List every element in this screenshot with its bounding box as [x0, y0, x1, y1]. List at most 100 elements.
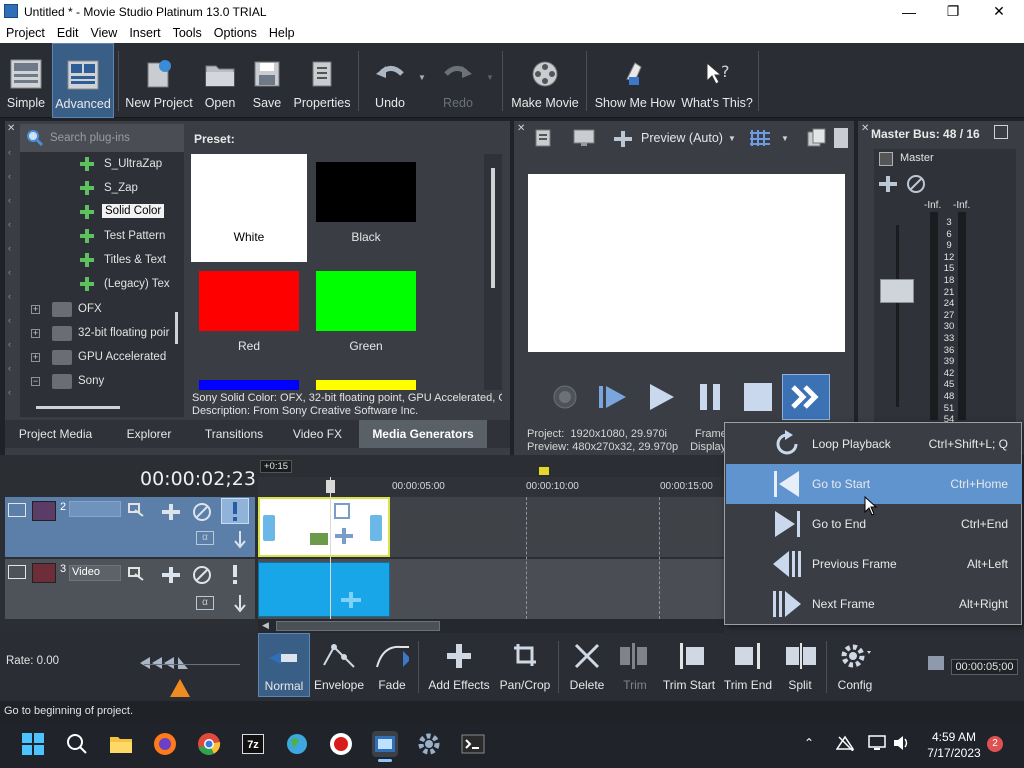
properties-button[interactable]: Properties	[292, 43, 352, 118]
search-icon[interactable]	[64, 731, 90, 757]
system-clock[interactable]: 4:59 AM 7/17/2023	[922, 729, 986, 761]
preset-scrollbar-thumb[interactable]	[491, 168, 495, 288]
tree-item-test-pattern[interactable]: Test Pattern	[104, 230, 165, 242]
volume-icon[interactable]	[892, 735, 910, 754]
scroll-left-icon[interactable]: ◀	[262, 620, 269, 631]
preset-white[interactable]: White	[191, 154, 307, 262]
track-minimize-icon[interactable]	[8, 503, 26, 517]
track-fx-icon[interactable]	[160, 502, 182, 525]
close-button[interactable]: ✕	[976, 0, 1022, 23]
video-track-3-header[interactable]: 3 Video α	[5, 559, 255, 619]
preset-red[interactable]: Red	[191, 263, 307, 371]
preset-green[interactable]: Green	[308, 263, 424, 371]
preview-properties-icon[interactable]	[534, 128, 554, 151]
tab-video-fx[interactable]: Video FX	[276, 420, 359, 448]
search-input[interactable]: Search plug-ins	[50, 132, 130, 144]
tab-media-generators[interactable]: Media Generators	[359, 420, 487, 448]
fade-tool-button[interactable]: Fade	[370, 633, 414, 697]
play-button[interactable]	[644, 380, 678, 417]
tree-item-titles-text[interactable]: Titles & Text	[104, 254, 166, 266]
track-motion-icon[interactable]	[127, 566, 147, 587]
transport-menu-button[interactable]	[782, 374, 830, 420]
external-monitor-icon[interactable]	[572, 128, 596, 151]
rate-slider[interactable]	[140, 657, 240, 702]
tree-item-solid-color[interactable]: Solid Color	[102, 204, 165, 218]
chevron-down-icon[interactable]: ▼	[728, 134, 736, 143]
settings-gear-icon[interactable]	[416, 731, 442, 757]
preset-black[interactable]: Black	[308, 154, 424, 262]
trim-end-button[interactable]: Trim End	[722, 633, 774, 697]
menu-project[interactable]: Project	[0, 26, 51, 40]
video-clip[interactable]	[258, 562, 390, 617]
mixer-properties-icon[interactable]	[994, 125, 1008, 139]
master-insert-fx-icon[interactable]	[877, 174, 899, 197]
master-fx-icon[interactable]	[879, 152, 893, 166]
config-button[interactable]: Config	[832, 633, 878, 697]
show-hidden-icons-icon[interactable]: ⌃	[804, 736, 814, 750]
tree-item-gpu-accelerated[interactable]: GPU Accelerated	[78, 351, 166, 363]
movie-studio-taskbar-icon[interactable]	[372, 731, 398, 757]
start-menu-icon[interactable]	[20, 731, 46, 757]
chevron-down-icon[interactable]: ▼	[781, 134, 789, 143]
undo-button[interactable]: Undo	[368, 43, 412, 118]
crop-icon[interactable]	[334, 503, 350, 519]
network-globe-icon[interactable]	[284, 731, 310, 757]
expand-32bit-icon[interactable]: +	[31, 329, 40, 338]
preset-blue[interactable]	[191, 372, 307, 390]
menu-tools[interactable]: Tools	[167, 26, 208, 40]
add-effects-button[interactable]: Add Effects	[424, 633, 494, 697]
terminal-icon[interactable]	[460, 731, 486, 757]
maximize-button[interactable]: ❐	[930, 0, 976, 23]
solo-icon[interactable]	[225, 563, 245, 588]
minimize-button[interactable]: —	[886, 0, 932, 23]
menu-options[interactable]: Options	[208, 26, 263, 40]
selection-length-field[interactable]: 00:00:05;00	[951, 659, 1018, 675]
save-button[interactable]: Save	[248, 43, 286, 118]
tab-explorer[interactable]: Explorer	[106, 420, 192, 448]
save-snapshot-icon[interactable]	[834, 128, 848, 148]
firefox-icon[interactable]	[152, 731, 178, 757]
timeline-scrollbar-thumb[interactable]	[276, 621, 440, 631]
file-explorer-icon[interactable]	[108, 731, 134, 757]
simple-button[interactable]: Simple	[4, 43, 48, 118]
marker-icon[interactable]	[539, 467, 549, 475]
track-motion-icon[interactable]	[127, 502, 147, 523]
tree-item-s-zap[interactable]: S_Zap	[104, 182, 138, 194]
split-screen-icon[interactable]	[612, 129, 634, 152]
show-me-how-button[interactable]: Show Me How	[594, 43, 676, 118]
mute-icon[interactable]	[191, 564, 213, 589]
event-fx-icon[interactable]	[339, 591, 363, 612]
collapse-sony-icon[interactable]: −	[31, 377, 40, 386]
plugin-search-bar[interactable]: Search plug-ins	[20, 124, 184, 152]
master-close-icon[interactable]: ✕	[861, 123, 869, 134]
chrome-icon[interactable]	[196, 731, 222, 757]
compositing-mode-icon[interactable]: α	[196, 531, 214, 545]
pan-crop-button[interactable]: Pan/Crop	[496, 633, 554, 697]
playhead-handle[interactable]	[326, 480, 335, 493]
preset-yellow[interactable]	[308, 372, 424, 390]
trim-start-button[interactable]: Trim Start	[660, 633, 718, 697]
advanced-button[interactable]: Advanced	[52, 43, 114, 118]
panel-close-icon[interactable]: ✕	[7, 123, 15, 134]
mute-icon[interactable]	[191, 501, 213, 526]
tree-item-s-ultrazap[interactable]: S_UltraZap	[104, 158, 162, 170]
solo-button[interactable]	[221, 498, 249, 524]
playhead-cursor[interactable]	[330, 477, 331, 619]
tree-item-32-bit-floating-point[interactable]: 32-bit floating poir	[78, 327, 169, 339]
split-button[interactable]: Split	[778, 633, 822, 697]
tree-item-sony[interactable]: Sony	[78, 375, 104, 387]
solid-color-clip[interactable]	[258, 497, 390, 557]
menu-item-loop-playback[interactable]: Loop Playback Ctrl+Shift+L; Q	[726, 424, 1022, 464]
menu-insert[interactable]: Insert	[123, 26, 166, 40]
video-track-2-header[interactable]: 2 α	[5, 497, 255, 557]
panel-grip[interactable]: ‹ ‹ ‹ ‹ ‹ ‹ ‹ ‹ ‹ ‹ ‹	[8, 140, 16, 410]
undo-dropdown-icon[interactable]: ▼	[418, 73, 426, 82]
overlays-grid-icon[interactable]	[748, 128, 772, 151]
menu-edit[interactable]: Edit	[51, 26, 85, 40]
menu-help[interactable]: Help	[263, 26, 301, 40]
menu-item-previous-frame[interactable]: Previous Frame Alt+Left	[726, 544, 1022, 584]
preview-quality-dropdown[interactable]: Preview (Auto)	[641, 131, 723, 145]
parent-composite-icon[interactable]	[231, 529, 249, 554]
compositing-mode-icon[interactable]: α	[196, 596, 214, 610]
timeline-hscrollbar[interactable]: ◀	[258, 619, 724, 633]
